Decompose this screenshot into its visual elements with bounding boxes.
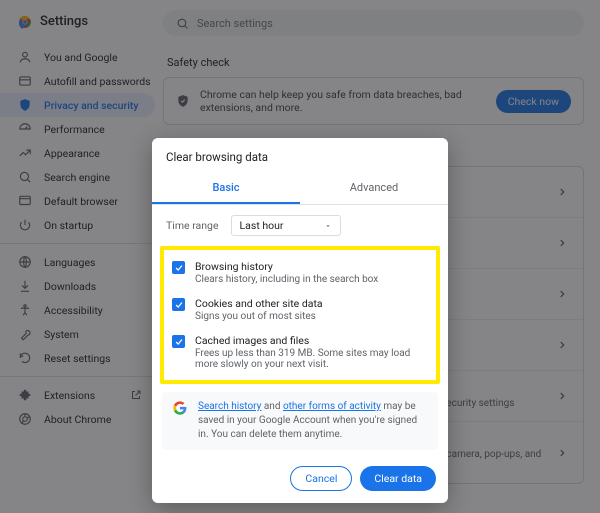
clear-browsing-data-dialog: Clear browsing data Basic Advanced Time …: [152, 138, 448, 503]
time-range-value: Last hour: [240, 219, 284, 232]
checkbox-title: Cookies and other site data: [195, 297, 323, 310]
checkbox-title: Browsing history: [195, 260, 378, 273]
dialog-title: Clear browsing data: [152, 138, 448, 174]
clear-data-button[interactable]: Clear data: [360, 466, 436, 491]
checkbox-icon[interactable]: [172, 298, 185, 311]
checkbox-cookies[interactable]: Cookies and other site data Signs you ou…: [166, 291, 434, 328]
cancel-button[interactable]: Cancel: [290, 466, 352, 491]
checkbox-title: Cached images and files: [195, 334, 428, 347]
tab-basic[interactable]: Basic: [152, 174, 300, 204]
google-info-row: Search history and other forms of activi…: [162, 392, 438, 450]
time-range-select[interactable]: Last hour: [231, 215, 341, 236]
google-g-icon: [172, 400, 188, 416]
tab-advanced[interactable]: Advanced: [300, 174, 448, 204]
dialog-actions: Cancel Clear data: [152, 460, 448, 503]
checkbox-subtitle: Clears history, including in the search …: [195, 274, 378, 285]
caret-down-icon: [324, 222, 332, 230]
checkbox-icon[interactable]: [172, 335, 185, 348]
time-range-label: Time range: [166, 219, 219, 232]
checkbox-browsing-history[interactable]: Browsing history Clears history, includi…: [166, 254, 434, 291]
time-range-row: Time range Last hour: [152, 205, 448, 242]
link-other-activity[interactable]: other forms of activity: [283, 401, 381, 412]
highlighted-checkbox-area: Browsing history Clears history, includi…: [160, 246, 440, 384]
google-info-text: Search history and other forms of activi…: [198, 400, 428, 442]
link-search-history[interactable]: Search history: [198, 401, 261, 412]
checkbox-cached-images[interactable]: Cached images and files Frees up less th…: [166, 328, 434, 376]
checkbox-subtitle: Signs you out of most sites: [195, 311, 323, 322]
checkbox-subtitle: Frees up less than 319 MB. Some sites ma…: [195, 348, 428, 370]
dialog-tabs: Basic Advanced: [152, 174, 448, 205]
checkbox-icon[interactable]: [172, 261, 185, 274]
